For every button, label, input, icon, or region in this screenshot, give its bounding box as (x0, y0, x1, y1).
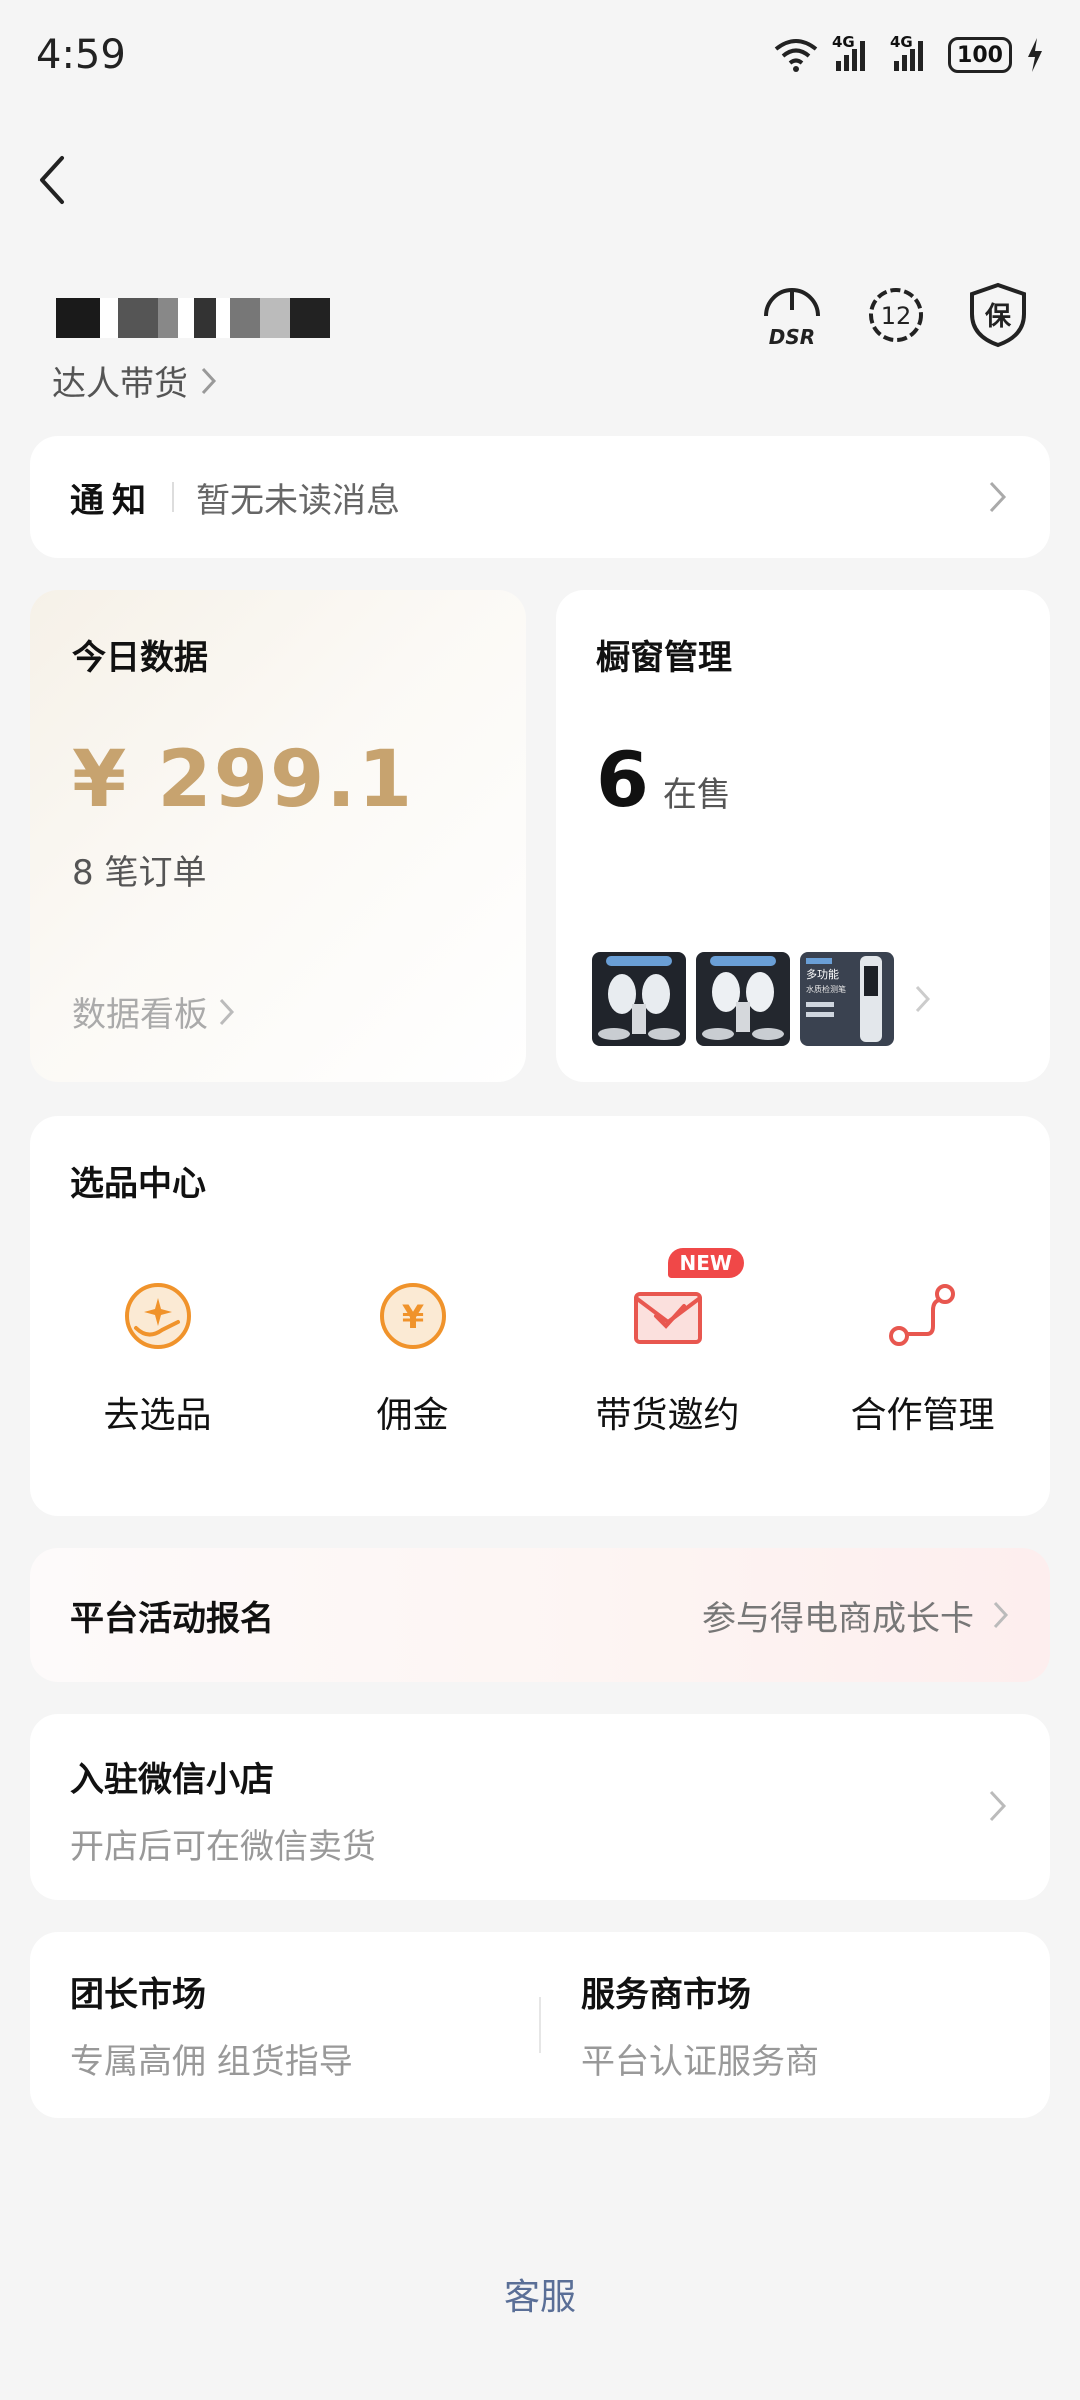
dashboard-link[interactable]: 数据看板 (72, 987, 236, 1036)
wechat-shop-card[interactable]: 入驻微信小店 开店后可在微信卖货 (30, 1714, 1050, 1900)
select-products-icon (118, 1276, 198, 1356)
leader-market-sub: 专属高佣 组货指导 (70, 2042, 353, 2082)
activity-title: 平台活动报名 (70, 1598, 274, 1639)
activity-promo: 参与得电商成长卡 (702, 1591, 1010, 1640)
notice-text: 暂无未读消息 (196, 480, 400, 521)
select-products-button[interactable]: 去选品 (30, 1276, 285, 1438)
product-thumbnail[interactable]: 多功能 水质检测笔 (800, 952, 894, 1046)
on-sale-label: 在售 (662, 775, 731, 815)
commission-button[interactable]: ¥ 佣金 (285, 1276, 540, 1438)
activity-promo-text: 参与得电商成长卡 (702, 1598, 974, 1639)
platform-activity-card[interactable]: 平台活动报名 参与得电商成长卡 (30, 1548, 1050, 1682)
customer-service-link[interactable]: 客服 (0, 2268, 1080, 2320)
route-icon (883, 1276, 963, 1356)
notice-title: 通知 (70, 480, 154, 521)
wifi-icon (774, 39, 818, 72)
svg-text:¥: ¥ (401, 1298, 423, 1336)
selection-grid: 去选品 ¥ 佣金 NEW 带货邀约 合作管理 (30, 1248, 1050, 1438)
shield-bao-icon[interactable]: 保 (968, 282, 1028, 348)
badge-12-icon[interactable]: 12 (866, 285, 926, 345)
status-bar: 4:59 4G 4G 100 (0, 0, 1080, 110)
svg-text:多功能: 多功能 (806, 967, 839, 981)
signal-icon-2: 4G (890, 33, 934, 71)
back-button[interactable] (30, 150, 78, 210)
shop-type-label: 达人带货 (52, 364, 188, 404)
chevron-right-icon (989, 1790, 1007, 1822)
service-market-button[interactable]: 服务商市场 平台认证服务商 (541, 1967, 1050, 2083)
status-time: 4:59 (36, 32, 126, 78)
svg-text:12: 12 (881, 302, 912, 330)
select-products-label: 去选品 (103, 1395, 212, 1436)
dsr-icon[interactable]: DSR (760, 280, 824, 350)
showcase-count: 6 在售 (596, 735, 1010, 824)
today-title: 今日数据 (72, 638, 208, 678)
chevron-right-icon (993, 1601, 1009, 1629)
wechat-shop-title: 入驻微信小店 (70, 1760, 274, 1800)
notice-card[interactable]: 通知 暂无未读消息 (30, 436, 1050, 558)
yen-coin-icon: ¥ (373, 1276, 453, 1356)
cooperation-label: 合作管理 (850, 1395, 995, 1436)
selection-title: 选品中心 (70, 1164, 206, 1204)
battery-icon: 100 (948, 37, 1012, 73)
product-thumbnails[interactable]: 多功能 水质检测笔 (592, 952, 936, 1046)
leader-market-button[interactable]: 团长市场 专属高佣 组货指导 (30, 1967, 539, 2083)
shop-type-link[interactable]: 达人带货 (52, 356, 218, 405)
showcase-title: 橱窗管理 (596, 638, 732, 678)
service-market-sub: 平台认证服务商 (581, 2042, 819, 2082)
envelope-check-icon: NEW (628, 1248, 744, 1356)
product-thumbnail[interactable] (592, 952, 686, 1046)
chevron-right-icon (219, 998, 235, 1025)
leader-market-title: 团长市场 (70, 1975, 206, 2015)
today-orders: 8 笔订单 (72, 853, 207, 893)
wechat-shop-sub: 开店后可在微信卖货 (70, 1827, 376, 1867)
svg-text:保: 保 (984, 302, 1012, 332)
cooperation-button[interactable]: 合作管理 (795, 1276, 1050, 1438)
svg-text:水质检测笔: 水质检测笔 (806, 984, 846, 994)
showcase-card[interactable]: 橱窗管理 6 在售 多功能 水质检测笔 (556, 590, 1050, 1082)
chevron-right-icon (201, 367, 217, 394)
invitation-button[interactable]: NEW 带货邀约 (540, 1248, 795, 1438)
product-thumbnail[interactable] (696, 952, 790, 1046)
divider (172, 482, 174, 512)
selection-center-card: 选品中心 去选品 ¥ 佣金 NEW 带货邀约 合作管理 (30, 1116, 1050, 1516)
svg-text:DSR: DSR (769, 325, 815, 349)
shop-name-redacted (56, 298, 330, 338)
header-icons: DSR 12 保 (760, 280, 1028, 350)
dashboard-link-label: 数据看板 (72, 995, 208, 1035)
invitation-label: 带货邀约 (595, 1395, 740, 1436)
chevron-right-icon (989, 481, 1007, 513)
chevron-right-icon (915, 985, 931, 1013)
signal-icon-1: 4G (832, 33, 876, 71)
new-badge: NEW (667, 1248, 744, 1278)
today-data-card[interactable]: 今日数据 ¥ 299.1 8 笔订单 数据看板 (30, 590, 526, 1082)
markets-card: 团长市场 专属高佣 组货指导 服务商市场 平台认证服务商 (30, 1932, 1050, 2118)
charging-icon (1028, 38, 1042, 72)
status-icons: 4G 4G 100 (774, 33, 1044, 73)
today-amount: ¥ 299.1 (72, 735, 415, 825)
commission-label: 佣金 (376, 1395, 449, 1436)
service-market-title: 服务商市场 (581, 1975, 751, 2015)
on-sale-count: 6 (596, 735, 649, 824)
